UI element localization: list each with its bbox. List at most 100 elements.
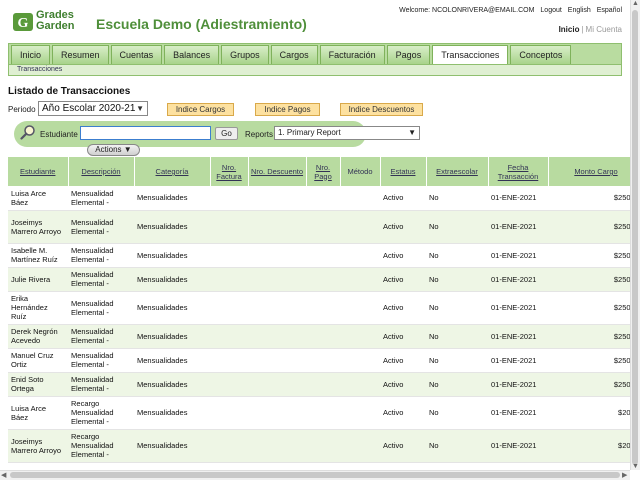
column-header[interactable]: Nro. Factura bbox=[210, 157, 249, 186]
table-cell: Mensualidad Elemental - bbox=[68, 291, 134, 325]
table-row[interactable]: Joseimys Marrero Arroyo Mensualidad Eleme… bbox=[8, 210, 630, 244]
tab-transacciones[interactable]: Transacciones bbox=[432, 45, 509, 64]
table-cell: $20.00 bbox=[548, 396, 630, 430]
tab-pagos[interactable]: Pagos bbox=[386, 45, 431, 64]
table-cell: Joseimys Marrero Arroyo bbox=[8, 210, 68, 244]
table-cell: Activo bbox=[380, 291, 426, 325]
table-cell bbox=[306, 243, 340, 268]
table-cell: No bbox=[426, 291, 488, 325]
go-button[interactable]: Go bbox=[215, 127, 238, 140]
column-header[interactable]: Estatus bbox=[380, 157, 427, 186]
table-cell bbox=[210, 210, 248, 244]
table-cell bbox=[248, 429, 306, 463]
scroll-up-icon[interactable]: ▲ bbox=[632, 0, 639, 7]
vertical-scroll-thumb[interactable] bbox=[632, 10, 638, 465]
separator: | bbox=[581, 25, 584, 34]
column-header: Método bbox=[340, 157, 381, 186]
table-row[interactable]: Luisa Arce Báez Mensualidad Elemental - Me… bbox=[8, 186, 630, 211]
scroll-left-icon[interactable]: ◀ bbox=[1, 471, 6, 479]
table-cell: Luisa Arce Báez bbox=[8, 396, 68, 430]
table-cell: 01-ENE-2021 bbox=[488, 291, 548, 325]
table-cell: Mensualidades bbox=[134, 396, 210, 430]
table-cell bbox=[340, 324, 380, 349]
inicio-link[interactable]: Inicio bbox=[559, 25, 580, 34]
english-link[interactable]: English bbox=[568, 7, 591, 14]
search-icon bbox=[20, 125, 35, 140]
tab-conceptos[interactable]: Conceptos bbox=[510, 45, 572, 64]
table-row[interactable]: Enid Soto Ortega Mensualidad Elemental -M… bbox=[8, 372, 630, 397]
subnav: Transacciones bbox=[8, 64, 622, 76]
transactions-table: Estudiante Descripción Categoría Nro. Factu… bbox=[8, 157, 630, 470]
table-row[interactable]: Joseimys Marrero Arroyo Recargo Mensualid… bbox=[8, 429, 630, 463]
column-header[interactable]: Extraescolar bbox=[426, 157, 489, 186]
table-cell bbox=[210, 372, 248, 397]
table-row[interactable]: Derek Negrón Acevedo Mensualidad Elementa… bbox=[8, 324, 630, 349]
table-cell: Activo bbox=[380, 324, 426, 349]
table-cell: $250.00 bbox=[548, 267, 630, 292]
table-cell: Mensualidades bbox=[134, 291, 210, 325]
table-row[interactable]: Isabelle M. Martínez Ruíz Mensualidad Ele… bbox=[8, 243, 630, 268]
column-header[interactable]: Estudiante bbox=[8, 157, 69, 186]
page-title: Listado de Transacciones bbox=[8, 86, 131, 97]
table-cell: Manuel Cruz Ortiz bbox=[8, 348, 68, 373]
indice-cargos-button[interactable]: Indice Cargos bbox=[167, 103, 234, 116]
tab-cargos[interactable]: Cargos bbox=[270, 45, 318, 64]
table-cell: $20.00 bbox=[548, 429, 630, 463]
column-header[interactable]: Nro. Pago bbox=[306, 157, 341, 186]
table-row[interactable]: Julie Rivera Mensualidad Elemental - Mensu… bbox=[8, 267, 630, 292]
report-select[interactable]: 1. Primary Report ▼ bbox=[274, 126, 420, 140]
column-header[interactable]: Fecha Transacción bbox=[488, 157, 549, 186]
period-select[interactable]: Año Escolar 2020-21 ▼ bbox=[38, 101, 148, 116]
table-cell bbox=[306, 186, 340, 211]
table-cell: Mensualidad Elemental - bbox=[68, 186, 134, 211]
table-row[interactable]: Luisa Arce Báez Recargo Mensualidad Eleme… bbox=[8, 396, 630, 430]
logo-line2: Garden bbox=[36, 20, 75, 32]
table-cell bbox=[340, 210, 380, 244]
table-cell: Enid Soto Ortega bbox=[8, 372, 68, 397]
tab-balances[interactable]: Balances bbox=[164, 45, 220, 64]
logo-text: Grades Garden bbox=[36, 10, 75, 32]
horizontal-scroll-thumb[interactable] bbox=[10, 472, 620, 478]
column-header[interactable]: Descripción bbox=[68, 157, 135, 186]
table-row[interactable]: Erika Hernández Ruíz Mensualidad Elementa… bbox=[8, 291, 630, 325]
scroll-right-icon[interactable]: ▶ bbox=[622, 471, 627, 479]
column-header[interactable]: Nro. Descuento bbox=[248, 157, 307, 186]
column-header[interactable]: Categoría bbox=[134, 157, 211, 186]
subnav-item-transacciones[interactable]: Transacciones bbox=[17, 66, 62, 73]
espanol-link[interactable]: Español bbox=[597, 7, 622, 14]
table-cell: Activo bbox=[380, 210, 426, 244]
logo[interactable]: G Grades Garden bbox=[12, 10, 82, 34]
table-cell bbox=[248, 396, 306, 430]
tab-cuentas[interactable]: Cuentas bbox=[110, 45, 163, 64]
actions-label: Actions bbox=[95, 145, 122, 154]
indice-pagos-button[interactable]: Indice Pagos bbox=[255, 103, 320, 116]
table-cell: No bbox=[426, 267, 488, 292]
table-cell: Mensualidades bbox=[134, 186, 210, 211]
table-cell: $250.00 bbox=[548, 372, 630, 397]
tab-grupos[interactable]: Grupos bbox=[221, 45, 269, 64]
table-cell bbox=[306, 291, 340, 325]
table-cell bbox=[248, 291, 306, 325]
table-cell: Mensualidades bbox=[134, 348, 210, 373]
mi-cuenta-link[interactable]: Mi Cuenta bbox=[586, 25, 622, 34]
table-cell bbox=[248, 267, 306, 292]
logout-link[interactable]: Logout bbox=[540, 7, 561, 14]
table-cell: 01-ENE-2021 bbox=[488, 243, 548, 268]
table-cell bbox=[306, 429, 340, 463]
table-cell: $250.00 bbox=[548, 243, 630, 268]
student-search-input[interactable] bbox=[80, 126, 211, 140]
tab-inicio[interactable]: Inicio bbox=[11, 45, 51, 64]
table-cell bbox=[210, 396, 248, 430]
tab-facturacion[interactable]: Facturación bbox=[319, 45, 385, 64]
table-row[interactable]: Manuel Cruz Ortiz Mensualidad Elemental -… bbox=[8, 348, 630, 373]
tab-resumen[interactable]: Resumen bbox=[52, 45, 109, 64]
table-cell: 01-ENE-2021 bbox=[488, 324, 548, 349]
indice-descuentos-button[interactable]: Indice Descuentos bbox=[340, 103, 423, 116]
scroll-down-icon[interactable]: ▼ bbox=[632, 463, 639, 470]
table-cell bbox=[306, 396, 340, 430]
account-links: Inicio | Mi Cuenta bbox=[559, 25, 622, 34]
table-cell: No bbox=[426, 210, 488, 244]
column-header[interactable]: Monto Cargo bbox=[548, 157, 630, 186]
table-cell: 01-ENE-2021 bbox=[488, 186, 548, 211]
actions-button[interactable]: Actions ▼ bbox=[87, 144, 140, 156]
